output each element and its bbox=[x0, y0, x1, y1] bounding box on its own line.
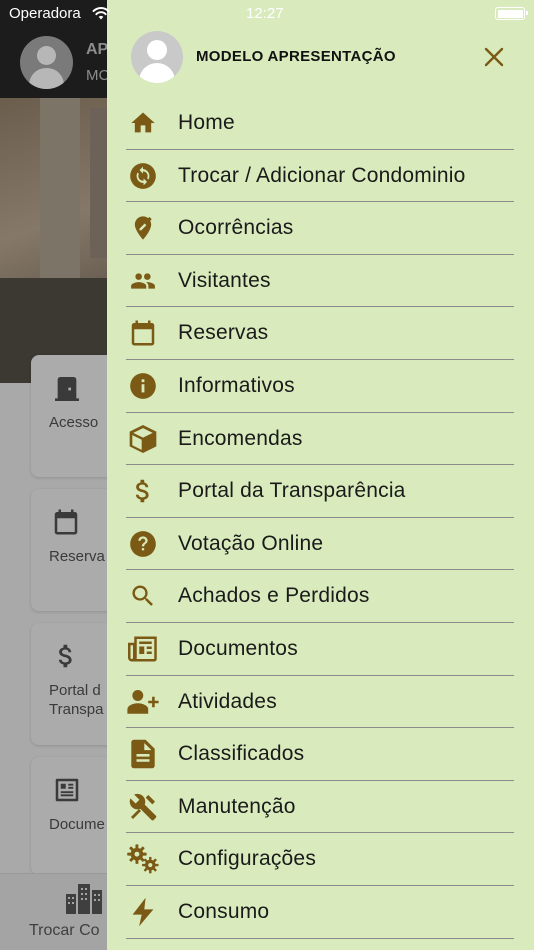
calendar-icon bbox=[51, 507, 81, 537]
drawer-user-name: MODELO APRESENTAÇÃO bbox=[196, 48, 396, 65]
dollar-icon bbox=[51, 641, 81, 671]
document-icon bbox=[126, 739, 160, 769]
menu-item-label: Informativos bbox=[178, 373, 295, 397]
menu-item-achados-perdidos[interactable]: Achados e Perdidos bbox=[126, 570, 514, 623]
menu-item-visitantes[interactable]: Visitantes bbox=[126, 255, 514, 308]
menu-item-atividades[interactable]: Atividades bbox=[126, 676, 514, 729]
menu-item-label: Home bbox=[178, 111, 235, 134]
menu-item-encomendas[interactable]: Encomendas bbox=[126, 413, 514, 466]
menu-item-label: Encomendas bbox=[178, 426, 303, 450]
door-icon bbox=[51, 373, 81, 403]
battery-icon bbox=[495, 7, 528, 20]
menu-item-consumo[interactable]: Consumo bbox=[126, 886, 514, 939]
status-time: 12:27 bbox=[246, 5, 284, 22]
avatar[interactable] bbox=[131, 31, 183, 83]
dollar-icon bbox=[126, 476, 160, 506]
menu-item-label: Classificados bbox=[178, 742, 305, 766]
navigation-drawer: MODELO APRESENTAÇÃO Home Trocar / Adicio… bbox=[107, 0, 534, 950]
background-header-sub: MC bbox=[86, 67, 110, 84]
newspaper-icon bbox=[126, 634, 160, 664]
background-card-label: Docume bbox=[49, 816, 105, 833]
buildings-icon bbox=[64, 882, 106, 914]
menu-item-manutencao[interactable]: Manutenção bbox=[126, 781, 514, 834]
background-card-label: Acesso bbox=[49, 414, 99, 431]
calendar-icon bbox=[126, 318, 160, 348]
menu-item-label: Reservas bbox=[178, 321, 269, 345]
gears-icon bbox=[126, 844, 160, 874]
menu-item-label: Votação Online bbox=[178, 531, 324, 555]
background-card-label: Portal d Transpa bbox=[49, 682, 104, 718]
menu-item-ocorrencias[interactable]: Ocorrências bbox=[126, 202, 514, 255]
menu-item-label: Ocorrências bbox=[178, 216, 294, 240]
menu-item-configuracoes[interactable]: Configurações bbox=[126, 833, 514, 886]
menu-item-label: Configurações bbox=[178, 847, 317, 871]
bolt-icon bbox=[126, 897, 160, 927]
newspaper-icon bbox=[51, 775, 81, 805]
menu-item-votacao-online[interactable]: Votação Online bbox=[126, 518, 514, 571]
location-edit-icon bbox=[126, 213, 160, 243]
box-icon bbox=[126, 424, 160, 454]
home-icon bbox=[126, 108, 160, 138]
background-card-label: Reserva bbox=[49, 548, 105, 565]
close-icon bbox=[484, 47, 504, 67]
menu-item-label: Documentos bbox=[178, 636, 298, 660]
sync-icon bbox=[126, 161, 160, 191]
menu-item-label: Manutenção bbox=[178, 794, 296, 818]
menu-item-trocar-condominio[interactable]: Trocar / Adicionar Condominio bbox=[126, 150, 514, 203]
menu-item-label: Atividades bbox=[178, 689, 277, 713]
menu-item-label: Trocar / Adicionar Condominio bbox=[178, 163, 466, 187]
menu-item-reservas[interactable]: Reservas bbox=[126, 307, 514, 360]
menu-item-label: Achados e Perdidos bbox=[178, 584, 370, 608]
menu-item-label: Consumo bbox=[178, 899, 270, 923]
background-header-name: AP bbox=[86, 41, 109, 58]
tools-icon bbox=[126, 792, 160, 822]
menu-item-informativos[interactable]: Informativos bbox=[126, 360, 514, 413]
drawer-menu: Home Trocar / Adicionar Condominio Ocorr… bbox=[126, 97, 514, 939]
wifi-icon bbox=[92, 7, 110, 20]
menu-item-portal-transparencia[interactable]: Portal da Transparência bbox=[126, 465, 514, 518]
status-bar: Operadora 12:27 bbox=[0, 0, 534, 28]
background-avatar bbox=[20, 36, 73, 89]
info-icon bbox=[126, 371, 160, 401]
person-add-icon bbox=[126, 687, 160, 717]
people-icon bbox=[126, 266, 160, 296]
search-icon bbox=[126, 581, 160, 611]
background-tabbar-label: Trocar Co bbox=[29, 922, 100, 939]
menu-item-label: Visitantes bbox=[178, 268, 271, 292]
help-icon bbox=[126, 529, 160, 559]
carrier-label: Operadora bbox=[9, 5, 81, 22]
menu-item-home[interactable]: Home bbox=[126, 97, 514, 150]
menu-item-label: Portal da Transparência bbox=[178, 479, 406, 503]
menu-item-documentos[interactable]: Documentos bbox=[126, 623, 514, 676]
close-button[interactable] bbox=[483, 46, 505, 68]
menu-item-classificados[interactable]: Classificados bbox=[126, 728, 514, 781]
